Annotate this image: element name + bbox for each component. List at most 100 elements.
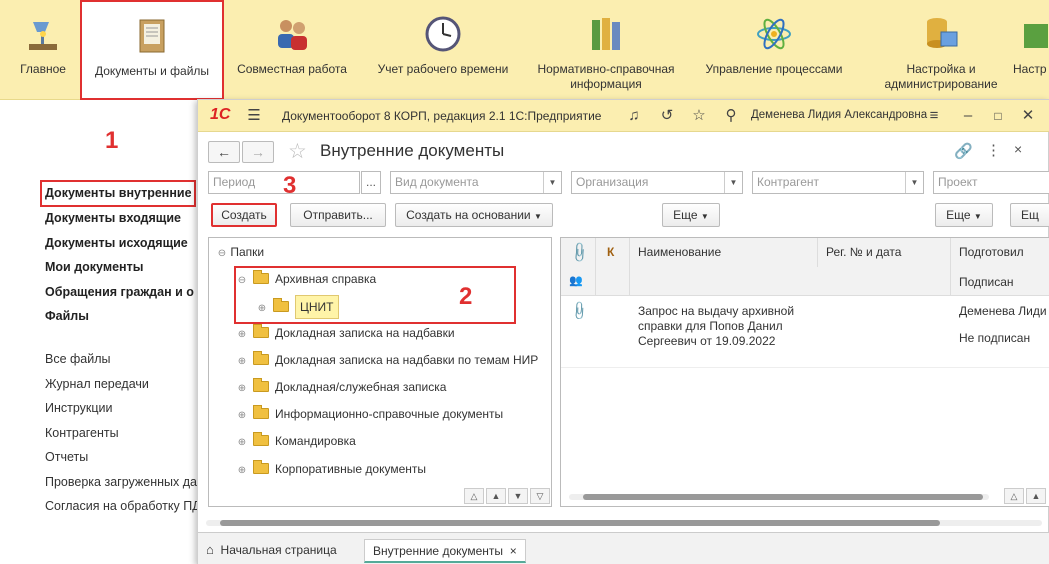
more-vertical-icon[interactable]: ⋮: [986, 141, 1001, 159]
back-button[interactable]: ←: [208, 141, 240, 163]
menu-icon[interactable]: ☰: [244, 106, 264, 126]
sidebar-item-transfer-log[interactable]: Журнал передачи: [45, 377, 149, 391]
ribbon-label: Настройка и администрирование: [884, 62, 998, 91]
tree-item[interactable]: ⊕ Корпоративные документы: [237, 458, 426, 480]
sidebar-item-my-docs[interactable]: Мои документы: [45, 260, 143, 274]
sidebar-item-incoming-docs[interactable]: Документы входящие: [45, 211, 181, 225]
more-button-list[interactable]: Еще ▼: [935, 203, 993, 227]
current-user[interactable]: Деменева Лидия Александровна: [751, 109, 927, 121]
tab-home[interactable]: ⌂ Начальная страница: [206, 539, 337, 563]
counterparty-field[interactable]: Контрагент ▼: [752, 171, 924, 194]
tree-item[interactable]: ⊕ Докладная записка на надбавки: [237, 322, 455, 344]
forward-button[interactable]: →: [242, 141, 274, 163]
settings-menu-icon[interactable]: ≡: [924, 106, 944, 126]
list-hscroll-thumb[interactable]: [583, 494, 983, 500]
sidebar-item-files[interactable]: Файлы: [45, 309, 89, 323]
expand-icon[interactable]: ⊕: [237, 405, 247, 427]
chevron-down-icon[interactable]: ▼: [905, 172, 923, 193]
attachment-icon: 📎: [568, 299, 591, 322]
tree-item[interactable]: ⊕ Командировка: [237, 430, 356, 452]
create-button[interactable]: Создать: [211, 203, 277, 227]
sidebar-item-citizen-appeals[interactable]: Обращения граждан и о: [45, 285, 194, 299]
history-icon[interactable]: ↺: [657, 106, 677, 126]
column-reg[interactable]: Рег. № и дата: [826, 245, 901, 259]
doc-type-field[interactable]: Вид документа ▼: [390, 171, 562, 194]
ribbon-item-reference[interactable]: Нормативно-справочная информация: [532, 0, 680, 100]
sidebar-item-outgoing-docs[interactable]: Документы исходящие: [45, 236, 188, 250]
tree-root[interactable]: ⊖ Папки: [217, 241, 264, 263]
ribbon-label: Совместная работа: [237, 62, 347, 76]
document-name-line: справки для Попов Данил: [638, 319, 783, 333]
column-name[interactable]: Наименование: [638, 245, 721, 259]
ribbon-item-processes[interactable]: Управление процессами: [700, 0, 848, 100]
expand-icon[interactable]: ⊕: [237, 324, 247, 346]
column-k[interactable]: К: [607, 245, 614, 259]
sidebar-item-upload-check[interactable]: Проверка загруженных да: [45, 475, 197, 489]
list-hscroll[interactable]: [569, 494, 989, 500]
window-hscroll[interactable]: [206, 516, 1042, 528]
link-icon[interactable]: 🔗: [954, 142, 973, 160]
search-icon[interactable]: ⚲: [721, 106, 741, 126]
ribbon-item-collaboration[interactable]: Совместная работа: [232, 0, 352, 100]
bell-icon[interactable]: ♫: [624, 106, 644, 126]
expand-icon[interactable]: ⊕: [237, 378, 247, 400]
sidebar-item-instructions[interactable]: Инструкции: [45, 401, 113, 415]
tree-item[interactable]: ⊕ Информационно-справочные документы: [237, 403, 503, 425]
column-signed[interactable]: Подписан: [959, 275, 1014, 289]
table-row[interactable]: 📎 Запрос на выдачу архивной справки для …: [561, 298, 1049, 368]
scroll-up-icon[interactable]: ▲: [486, 488, 506, 504]
ribbon-label: Главное: [20, 62, 66, 76]
sidebar-item-all-files[interactable]: Все файлы: [45, 352, 111, 366]
sidebar-item-counterparties[interactable]: Контрагенты: [45, 426, 119, 440]
database-icon: [927, 18, 958, 48]
more-label: Еще: [673, 208, 698, 222]
sidebar-item-pd-consents[interactable]: Согласия на обработку ПД: [45, 499, 201, 513]
tab-close-icon[interactable]: ×: [510, 544, 517, 558]
ribbon-item-main[interactable]: Главное: [10, 0, 76, 100]
scroll-top-icon[interactable]: △: [1004, 488, 1024, 504]
tree-item-label: Командировка: [275, 434, 356, 448]
send-button[interactable]: Отправить...: [290, 203, 386, 227]
close-icon[interactable]: ✕: [1018, 106, 1038, 126]
expand-icon[interactable]: ⊕: [237, 460, 247, 482]
star-icon[interactable]: ☆: [689, 106, 709, 126]
ribbon-item-admin[interactable]: Настройка и администрирование: [878, 0, 1004, 100]
tree-item[interactable]: ⊕ Докладная/служебная записка: [237, 376, 446, 398]
ribbon-item-time-tracking[interactable]: Учет рабочего времени: [370, 0, 516, 100]
tab-internal-documents[interactable]: Внутренние документы ×: [364, 539, 526, 563]
tree-item-label: Информационно-справочные документы: [275, 407, 504, 421]
scroll-top-icon[interactable]: △: [464, 488, 484, 504]
window-title: Документооборот 8 КОРП, редакция 2.1 1С:…: [282, 109, 602, 123]
expand-icon[interactable]: ⊕: [237, 351, 247, 373]
scroll-thumb[interactable]: [220, 520, 940, 526]
form-close-icon[interactable]: ×: [1014, 141, 1022, 157]
tree-item[interactable]: ⊕ Докладная записка на надбавки по темам …: [237, 349, 538, 371]
column-prepared[interactable]: Подготовил: [959, 245, 1024, 259]
scroll-bottom-icon[interactable]: ▽: [530, 488, 550, 504]
document-name-line: Запрос на выдачу архивной: [638, 304, 795, 318]
organization-field[interactable]: Организация ▼: [571, 171, 743, 194]
create-based-on-button[interactable]: Создать на основании ▼: [395, 203, 553, 227]
favorite-star-icon[interactable]: ☆: [288, 139, 307, 164]
column-separator: [950, 238, 951, 296]
project-field[interactable]: Проект: [933, 171, 1049, 194]
minimize-icon[interactable]: –: [958, 106, 978, 126]
more-button-extra[interactable]: Ещ: [1010, 203, 1049, 227]
chevron-down-icon: ▼: [533, 212, 542, 221]
tab-home-label: Начальная страница: [220, 543, 337, 557]
scroll-up-icon[interactable]: ▲: [1026, 488, 1046, 504]
expand-icon[interactable]: ⊕: [237, 432, 247, 454]
chevron-down-icon[interactable]: ▼: [543, 172, 561, 193]
ribbon-item-documents[interactable]: Документы и файлы: [80, 0, 224, 100]
maximize-icon[interactable]: □: [988, 106, 1008, 126]
more-button-tree[interactable]: Еще ▼: [662, 203, 720, 227]
scroll-down-icon[interactable]: ▼: [508, 488, 528, 504]
period-select-button[interactable]: ...: [361, 171, 381, 194]
sidebar-item-internal-docs[interactable]: Документы внутренние: [45, 186, 192, 200]
collapse-icon[interactable]: ⊖: [217, 243, 227, 265]
sidebar-item-reports[interactable]: Отчеты: [45, 450, 88, 464]
chevron-down-icon[interactable]: ▼: [724, 172, 742, 193]
ribbon-item-settings[interactable]: Настр: [1010, 0, 1049, 100]
ribbon-label: Документы и файлы: [94, 64, 210, 78]
column-separator: [629, 238, 630, 296]
